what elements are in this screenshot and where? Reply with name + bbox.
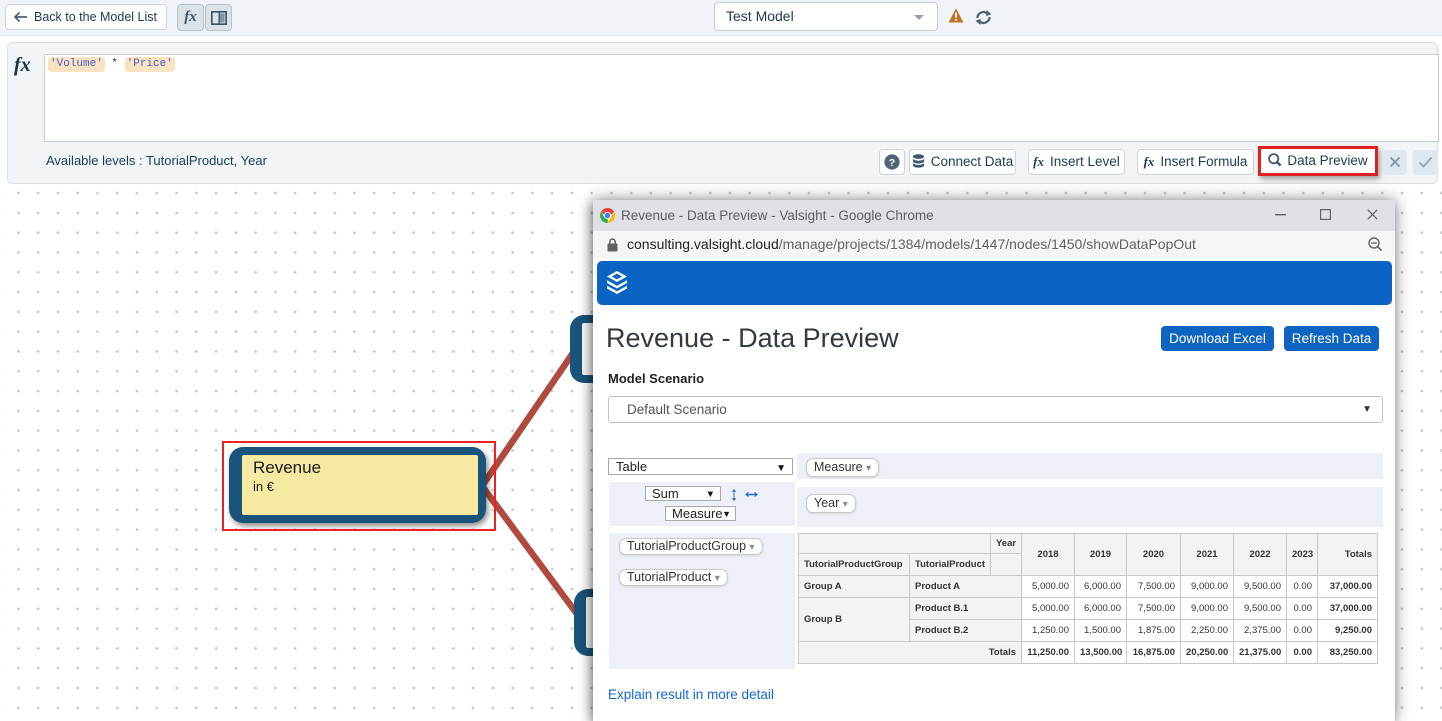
svg-text:?: ? <box>889 157 895 169</box>
